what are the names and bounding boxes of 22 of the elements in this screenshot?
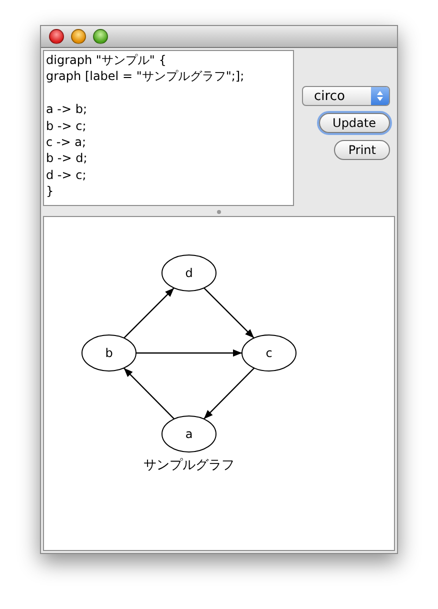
node-label: b	[105, 346, 113, 360]
graph-node	[162, 254, 216, 292]
graph-node	[162, 416, 216, 452]
layout-dropdown[interactable]: circo	[302, 86, 390, 106]
edge-arrow	[123, 368, 175, 420]
node-label: c	[266, 346, 272, 360]
node-label: d	[185, 266, 193, 280]
edge-arrow	[204, 288, 254, 338]
close-button[interactable]	[49, 29, 64, 44]
push-button[interactable]: Print	[334, 140, 390, 160]
edge-arrow	[203, 368, 255, 420]
graph-node	[82, 334, 136, 372]
up-down-arrows-icon	[376, 90, 384, 102]
node-label: a	[185, 427, 193, 441]
code-field[interactable]: digraph "サンプル" { graph [label = "サンプルグラフ";]; a -> b; b -> c; c -> a; b -> d; d -> c; }	[43, 50, 294, 206]
push-button[interactable]: Update	[318, 113, 390, 133]
graph-label: サンプルグラフ	[144, 458, 234, 473]
edge-arrow	[124, 288, 174, 338]
graph-node	[242, 334, 296, 372]
minimize-button[interactable]	[71, 29, 86, 44]
splitter-handle[interactable]	[217, 210, 221, 214]
zoom-button[interactable]	[93, 29, 108, 44]
